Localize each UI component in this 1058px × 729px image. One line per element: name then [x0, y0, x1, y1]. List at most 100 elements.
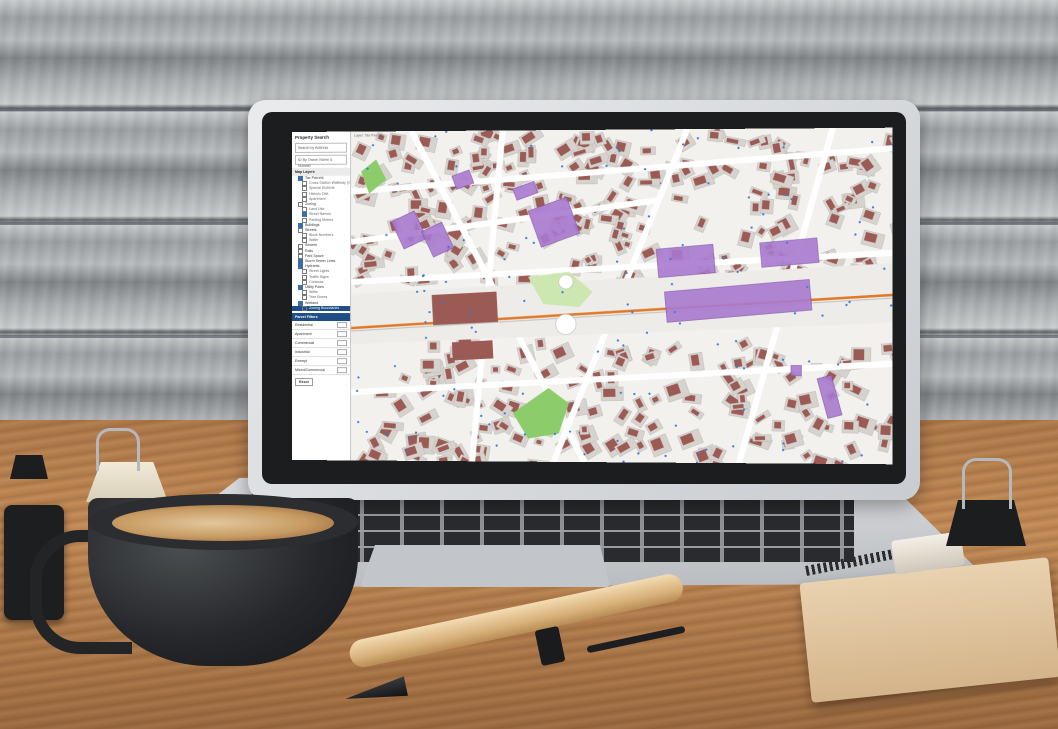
parcel-filter-row[interactable]: Exempt: [292, 356, 351, 367]
hydrant-point-icon: [488, 423, 491, 426]
hydrant-point-icon: [470, 326, 473, 329]
hydrant-point-icon: [421, 274, 425, 278]
layer-checkbox[interactable]: [301, 305, 307, 311]
address-search-input[interactable]: Search by Address: [294, 142, 348, 153]
hydrant-point-icon: [705, 448, 708, 451]
hydrant-point-icon: [637, 452, 640, 455]
hydrant-point-icon: [396, 182, 399, 185]
building-footprint: [778, 187, 790, 197]
layer-toggle-item[interactable]: Zoning Boundaries: [292, 305, 351, 311]
hydrant-point-icon: [860, 454, 863, 457]
hydrant-point-icon: [782, 146, 785, 149]
building-footprint: [493, 367, 498, 372]
building-footprint: [880, 425, 891, 436]
hydrant-point-icon: [619, 391, 622, 394]
map-canvas[interactable]: [351, 127, 893, 465]
layer-list: Tax Parcels Cross Station Walkway (GIS) Sp…: [292, 176, 351, 311]
hydrant-point-icon: [625, 271, 628, 275]
parcel-filter-row[interactable]: Commercial: [292, 338, 351, 349]
hydrant-point-icon: [462, 239, 465, 242]
hydrant-point-icon: [618, 150, 621, 153]
building-footprint: [754, 436, 766, 441]
hydrant-point-icon: [384, 432, 387, 435]
parcel-filter-select[interactable]: [337, 330, 348, 337]
laptop-trackpad: [360, 545, 610, 587]
roundabout: [559, 275, 573, 289]
hydrant-point-icon: [854, 233, 857, 236]
hydrant-point-icon: [871, 140, 874, 144]
building-footprint: [528, 146, 534, 158]
highlighted-parcel: [791, 365, 801, 375]
hydrant-point-icon: [414, 431, 418, 434]
building-footprint: [473, 207, 483, 219]
sidebar-panel: Property Search Search by Address ID By …: [292, 131, 352, 461]
hydrant-point-icon: [790, 198, 793, 201]
hydrant-point-icon: [821, 314, 824, 317]
building-footprint: [603, 388, 616, 398]
building-footprint: [429, 342, 437, 350]
hydrant-point-icon: [471, 309, 474, 312]
layer-label: Zoning Boundaries: [308, 305, 340, 310]
hydrant-point-icon: [561, 291, 564, 294]
hydrant-point-icon: [750, 226, 753, 229]
hydrant-point-icon: [716, 343, 719, 346]
hydrant-point-icon: [674, 424, 677, 427]
parcel-filter-row[interactable]: Residential: [292, 320, 351, 330]
hydrant-point-icon: [453, 388, 456, 391]
hydrant-point-icon: [523, 433, 527, 436]
reset-button[interactable]: Reset: [294, 377, 313, 386]
parcel-filter-select[interactable]: [337, 367, 348, 374]
hydrant-point-icon: [793, 312, 797, 315]
hydrant-point-icon: [858, 220, 861, 224]
hydrant-point-icon: [503, 258, 506, 261]
hydrant-point-icon: [596, 350, 600, 353]
parcel-filter-label: Commercial: [294, 340, 315, 345]
hydrant-point-icon: [495, 444, 498, 447]
building-footprint: [709, 131, 719, 139]
coffee-surface: [112, 505, 334, 541]
hydrant-point-icon: [521, 392, 525, 395]
hydrant-point-icon: [669, 257, 672, 261]
hydrant-point-icon: [480, 414, 483, 417]
building-footprint: [733, 358, 743, 368]
hydrant-point-icon: [416, 290, 419, 293]
binder-clip-wire: [962, 458, 1012, 509]
parcel-filter-label: Mixed/Commercial: [294, 367, 325, 372]
hydrant-point-icon: [648, 392, 651, 395]
hydrant-point-icon: [428, 311, 431, 314]
hydrant-point-icon: [424, 336, 428, 339]
highlighted-parcel: [760, 238, 819, 267]
building-footprint: [650, 170, 661, 180]
hydrant-point-icon: [616, 339, 620, 342]
hydrant-point-icon: [681, 243, 684, 247]
parcel-filter-row[interactable]: Mixed/Commercial: [292, 365, 351, 376]
hydrant-point-icon: [441, 302, 444, 305]
hydrant-point-icon: [525, 236, 528, 240]
hydrant-point-icon: [633, 392, 636, 396]
parcel-filter-select[interactable]: [337, 321, 348, 328]
parcel-filter-select[interactable]: [337, 339, 348, 346]
building-footprint: [581, 132, 591, 141]
hydrant-point-icon: [408, 435, 411, 439]
hydrant-point-icon: [866, 403, 869, 406]
hydrant-point-icon: [631, 311, 634, 314]
hydrant-point-icon: [622, 344, 625, 347]
hydrant-point-icon: [732, 445, 735, 448]
building-footprint: [752, 203, 759, 212]
hydrant-point-icon: [806, 285, 809, 289]
parcel-filter-select[interactable]: [337, 357, 348, 365]
hydrant-point-icon: [767, 193, 770, 196]
parcel-map[interactable]: [351, 127, 893, 465]
building-footprint: [451, 340, 494, 361]
parcel-filter-row[interactable]: Apartment: [292, 329, 351, 339]
hydrant-point-icon: [357, 376, 360, 379]
roundabout: [556, 314, 576, 334]
owner-search-input[interactable]: ID By Owner Name & Number: [294, 154, 348, 168]
hydrant-point-icon: [673, 310, 676, 314]
hydrant-point-icon: [747, 196, 751, 199]
hydrant-point-icon: [523, 299, 526, 303]
parcel-filter-row[interactable]: Industrial: [292, 347, 351, 358]
parcel-filter-select[interactable]: [337, 348, 348, 356]
parcel-filter-label: Residential: [294, 322, 313, 327]
hydrant-point-icon: [845, 303, 848, 307]
